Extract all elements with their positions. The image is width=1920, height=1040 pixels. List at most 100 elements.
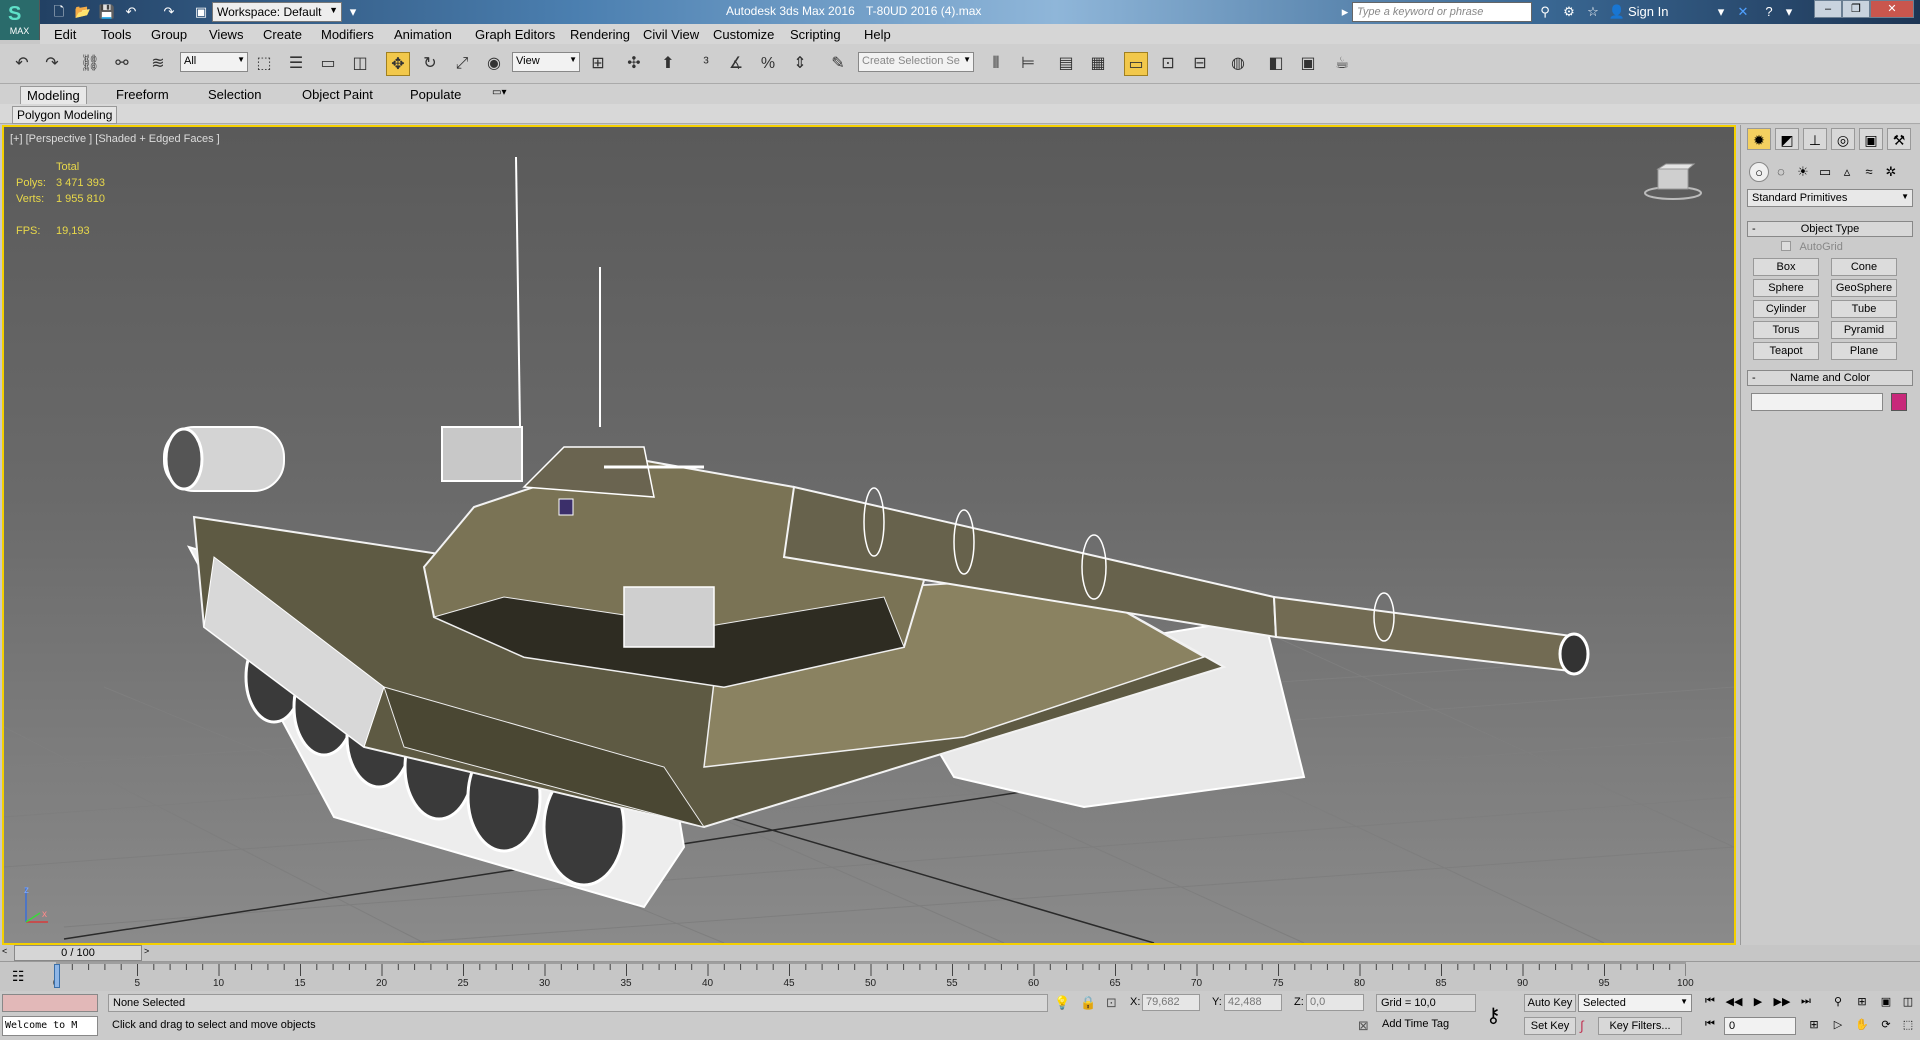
rectangular-selection-icon[interactable]: ▭ bbox=[316, 52, 340, 76]
schematic-view-icon[interactable]: ⊟ bbox=[1188, 52, 1212, 76]
menu-customize[interactable]: Customize bbox=[713, 27, 774, 42]
render-production-icon[interactable]: ☕ bbox=[1330, 52, 1354, 76]
current-time-marker[interactable] bbox=[54, 964, 60, 988]
polygon-modeling-panel[interactable]: Polygon Modeling bbox=[12, 106, 118, 124]
select-and-move-icon[interactable]: ✥ bbox=[386, 52, 410, 76]
menu-rendering[interactable]: Rendering bbox=[570, 27, 630, 42]
edit-named-selection-icon[interactable]: ✎ bbox=[826, 52, 850, 76]
open-mini-curve-editor-icon[interactable]: ☷ bbox=[12, 968, 25, 985]
redo-icon[interactable]: ↷ bbox=[40, 52, 64, 76]
space-warps-category-icon[interactable]: ≈ bbox=[1859, 162, 1879, 182]
zoom-extents-all-icon[interactable]: ◫ bbox=[1898, 995, 1918, 1011]
utilities-tab-icon[interactable]: ⚒ bbox=[1887, 128, 1911, 150]
redo-icon[interactable]: ↷ bbox=[160, 3, 178, 21]
maximize-button[interactable]: ❐ bbox=[1842, 0, 1870, 18]
maxscript-mini-listener[interactable] bbox=[2, 994, 98, 1012]
mirror-icon[interactable]: ⫴ bbox=[984, 52, 1008, 76]
perspective-viewport[interactable]: [+] [Perspective ] [Shaded + Edged Faces… bbox=[2, 125, 1736, 945]
curve-editor-icon[interactable]: ⊡ bbox=[1156, 52, 1180, 76]
lights-category-icon[interactable]: ☀ bbox=[1793, 162, 1813, 182]
shapes-category-icon[interactable]: ◌ bbox=[1771, 162, 1791, 182]
window-crossing-icon[interactable]: ◫ bbox=[348, 52, 372, 76]
undo-icon[interactable]: ↶ bbox=[10, 52, 34, 76]
maximize-viewport-icon[interactable]: ⬚ bbox=[1898, 1018, 1918, 1034]
bind-space-warp-icon[interactable]: ≋ bbox=[146, 52, 170, 76]
save-file-icon[interactable]: 💾 bbox=[98, 3, 116, 21]
tube-button[interactable]: Tube bbox=[1831, 300, 1897, 318]
application-button[interactable]: S MAX bbox=[0, 0, 40, 40]
create-tab-icon[interactable]: ✹ bbox=[1747, 128, 1771, 150]
new-file-icon[interactable]: 🗋 bbox=[50, 3, 68, 21]
menu-animation[interactable]: Animation bbox=[394, 27, 452, 42]
next-frame-icon[interactable]: > bbox=[144, 946, 149, 956]
menu-group[interactable]: Group bbox=[151, 27, 187, 42]
keyboard-shortcut-override-icon[interactable]: ⬆ bbox=[656, 52, 680, 76]
sphere-button[interactable]: Sphere bbox=[1753, 279, 1819, 297]
time-slider-thumb[interactable]: 0 / 100 bbox=[14, 945, 142, 961]
zoom-extents-icon[interactable]: ▣ bbox=[1876, 995, 1896, 1011]
link-icon[interactable]: ⛓ bbox=[78, 52, 102, 76]
go-to-end-icon[interactable]: ⏭ bbox=[1796, 995, 1816, 1011]
box-button[interactable]: Box bbox=[1753, 258, 1819, 276]
select-and-place-icon[interactable]: ◉ bbox=[482, 52, 506, 76]
search-input[interactable]: Type a keyword or phrase bbox=[1352, 2, 1532, 22]
cameras-category-icon[interactable]: ▭ bbox=[1815, 162, 1835, 182]
open-file-icon[interactable]: 📂 bbox=[74, 3, 92, 21]
angle-snap-icon[interactable]: ∡ bbox=[724, 52, 748, 76]
key-filters-button[interactable]: Key Filters... bbox=[1598, 1017, 1682, 1035]
tangent-type-icon[interactable]: ∫ bbox=[1580, 1018, 1584, 1033]
orbit-icon[interactable]: ⟳ bbox=[1876, 1018, 1896, 1034]
current-frame-field[interactable]: 0 bbox=[1724, 1017, 1796, 1035]
menu-views[interactable]: Views bbox=[209, 27, 243, 42]
select-and-scale-icon[interactable]: ⤢ bbox=[450, 52, 474, 76]
hierarchy-tab-icon[interactable]: ⊥ bbox=[1803, 128, 1827, 150]
field-of-view-icon[interactable]: ▷ bbox=[1828, 1018, 1848, 1034]
display-tab-icon[interactable]: ▣ bbox=[1859, 128, 1883, 150]
key-mode-toggle-icon[interactable]: ⏮ bbox=[1700, 1018, 1720, 1034]
track-bar[interactable]: ☷ 05101520253035404550556065707580859095… bbox=[0, 961, 1920, 991]
torus-button[interactable]: Torus bbox=[1753, 321, 1819, 339]
layer-manager-icon[interactable]: ▤ bbox=[1054, 52, 1078, 76]
ribbon-tab-selection[interactable]: Selection bbox=[202, 86, 267, 104]
primitive-type-dropdown[interactable]: Standard Primitives ▼ bbox=[1747, 189, 1913, 207]
time-configuration-icon[interactable]: ⊞ bbox=[1804, 1018, 1824, 1034]
favorites-star-icon[interactable]: ☆ bbox=[1584, 3, 1602, 21]
viewcube[interactable] bbox=[1644, 163, 1702, 201]
undo-icon[interactable]: ↶ bbox=[122, 3, 140, 21]
select-object-icon[interactable]: ⬚ bbox=[252, 52, 276, 76]
autogrid-checkbox[interactable]: AutoGrid bbox=[1781, 241, 1843, 253]
help-icon[interactable]: ? bbox=[1760, 3, 1778, 21]
rendered-frame-window-icon[interactable]: ▣ bbox=[1296, 52, 1320, 76]
quick-access-menu-icon[interactable]: ▾ bbox=[344, 3, 362, 21]
workspace-selector[interactable]: Workspace: Default ▼ bbox=[212, 2, 342, 22]
systems-category-icon[interactable]: ✲ bbox=[1881, 162, 1901, 182]
plane-button[interactable]: Plane bbox=[1831, 342, 1897, 360]
next-key-icon[interactable]: ▶▶ bbox=[1772, 995, 1792, 1011]
previous-frame-icon[interactable]: < bbox=[2, 946, 7, 956]
x-coord-field[interactable]: 79,682 bbox=[1142, 994, 1200, 1011]
menu-create[interactable]: Create bbox=[263, 27, 302, 42]
teapot-button[interactable]: Teapot bbox=[1753, 342, 1819, 360]
pan-view-icon[interactable]: ✋ bbox=[1852, 1018, 1872, 1034]
named-selection-sets-dropdown[interactable]: Create Selection Se ▼ bbox=[858, 52, 974, 72]
menu-edit[interactable]: Edit bbox=[54, 27, 76, 42]
maxscript-input[interactable]: Welcome to M bbox=[2, 1016, 98, 1036]
z-coord-field[interactable]: 0,0 bbox=[1306, 994, 1364, 1011]
motion-tab-icon[interactable]: ◎ bbox=[1831, 128, 1855, 150]
chevron-down-icon[interactable]: ▾ bbox=[1780, 3, 1798, 21]
object-name-field[interactable] bbox=[1751, 393, 1883, 411]
select-by-name-icon[interactable]: ☰ bbox=[284, 52, 308, 76]
ribbon-toggle-icon[interactable]: ▭ bbox=[1124, 52, 1148, 76]
add-time-tag[interactable]: Add Time Tag bbox=[1382, 1018, 1449, 1030]
scene-explorer-icon[interactable]: ▦ bbox=[1086, 52, 1110, 76]
spinner-snap-icon[interactable]: ⇕ bbox=[788, 52, 812, 76]
geometry-category-icon[interactable]: ○ bbox=[1749, 162, 1769, 182]
zoom-icon[interactable]: ⚲ bbox=[1828, 995, 1848, 1011]
percent-snap-icon[interactable]: % bbox=[756, 52, 780, 76]
zoom-all-icon[interactable]: ⊞ bbox=[1852, 995, 1872, 1011]
material-editor-icon[interactable]: ◍ bbox=[1226, 52, 1250, 76]
close-button[interactable]: ✕ bbox=[1870, 0, 1914, 18]
snaps-toggle-icon[interactable]: ³ bbox=[694, 52, 718, 76]
pivot-center-icon[interactable]: ⊞ bbox=[586, 52, 610, 76]
exchange-apps-icon[interactable]: ✕ bbox=[1734, 3, 1752, 21]
